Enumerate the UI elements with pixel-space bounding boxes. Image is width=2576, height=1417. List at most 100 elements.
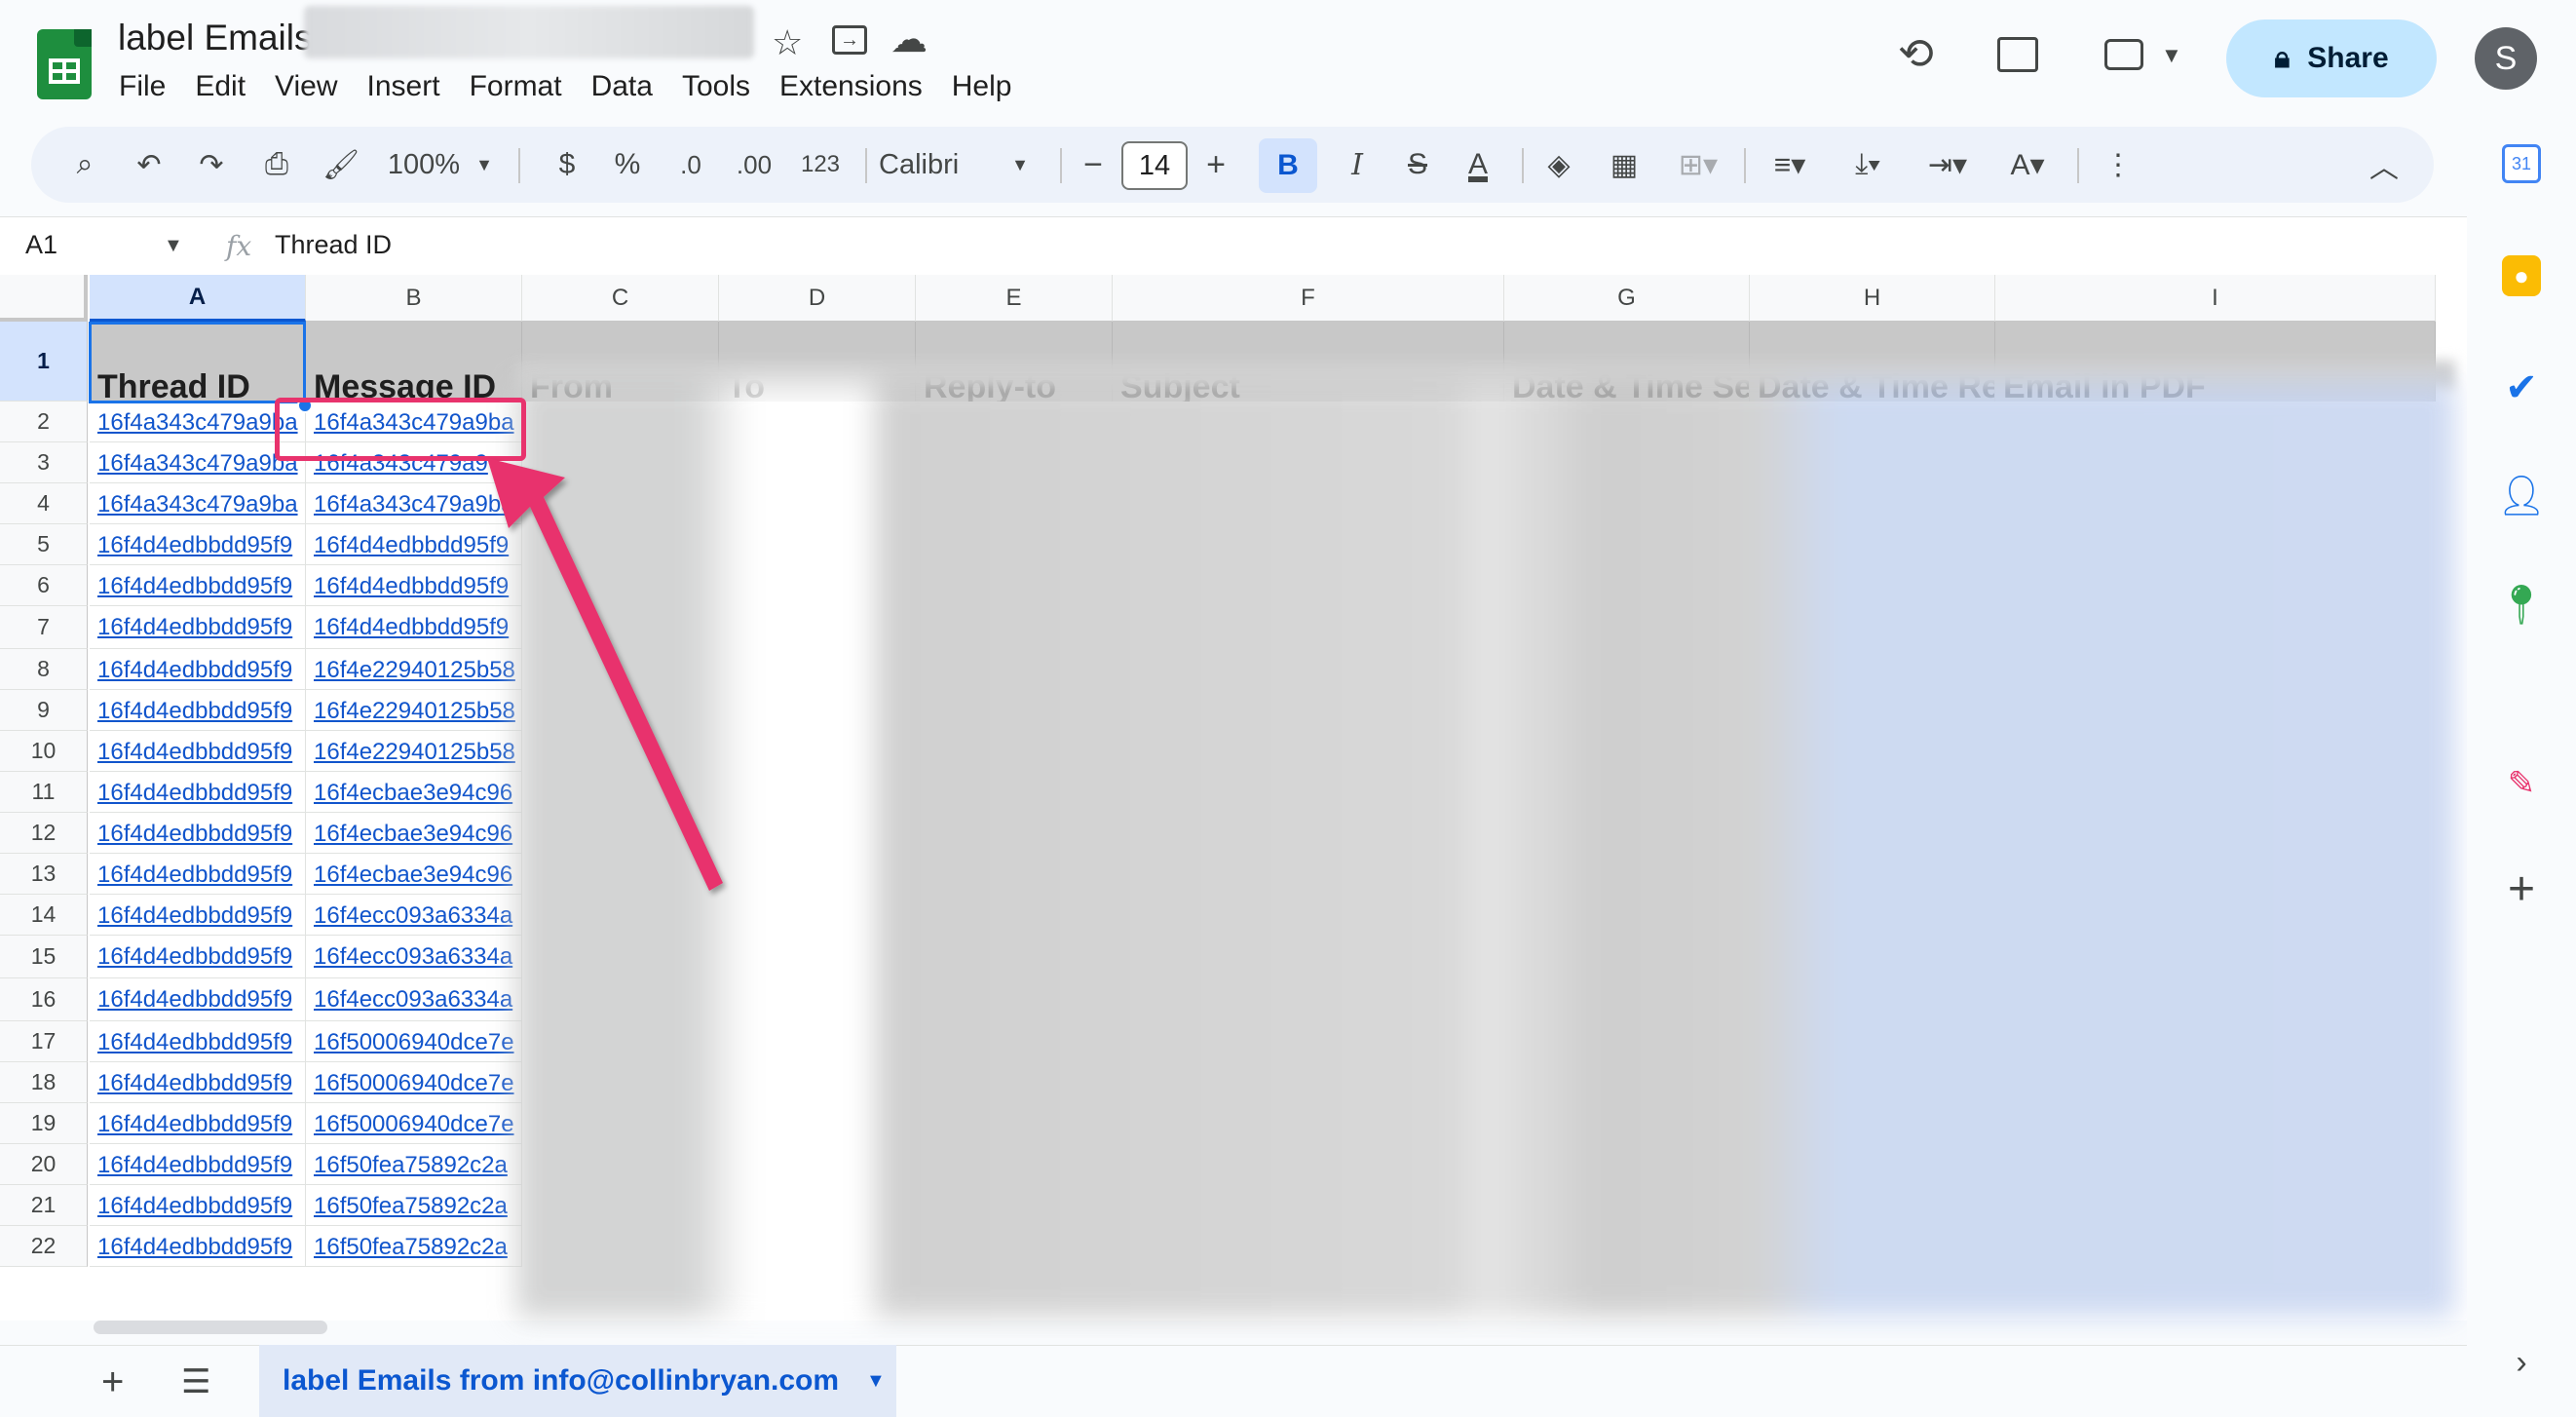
row-header-13[interactable]: 13 (0, 854, 88, 895)
header-cell[interactable]: Message ID (306, 322, 522, 402)
column-header-d[interactable]: D (719, 275, 916, 322)
message-id-cell[interactable]: 16f50006940dce7e (306, 1021, 522, 1062)
message-id-cell[interactable]: 16f50fea75892c2a (306, 1144, 522, 1185)
row-header-20[interactable]: 20 (0, 1144, 88, 1185)
row-header-16[interactable]: 16 (0, 978, 88, 1021)
menu-help[interactable]: Help (952, 70, 1028, 103)
thread-id-cell[interactable]: 16f4d4edbbdd95f9 (90, 813, 306, 854)
row-header-22[interactable]: 22 (0, 1226, 88, 1267)
meet-dropdown-icon[interactable]: ▼ (2161, 45, 2182, 66)
row-header-5[interactable]: 5 (0, 524, 88, 565)
cell-link[interactable]: 16f50006940dce7e (314, 1111, 514, 1137)
message-id-cell[interactable]: 16f50006940dce7e (306, 1062, 522, 1103)
add-sheet-button[interactable]: + (101, 1360, 124, 1404)
row-header-19[interactable]: 19 (0, 1103, 88, 1144)
column-header-f[interactable]: F (1113, 275, 1504, 322)
cell-link[interactable]: 16f4ecc093a6334a (314, 902, 512, 929)
redo-icon[interactable]: ↷ (187, 127, 236, 203)
row-header-18[interactable]: 18 (0, 1062, 88, 1103)
formula-input[interactable]: Thread ID (275, 230, 392, 260)
borders-icon[interactable]: ▦ (1600, 127, 1648, 203)
keep-icon[interactable]: ● (2502, 255, 2541, 296)
name-box[interactable]: A1 (25, 230, 57, 260)
zoom-select[interactable]: 100% (380, 127, 468, 203)
thread-id-cell[interactable]: 16f4d4edbbdd95f9 (90, 895, 306, 936)
thread-id-cell[interactable]: 16f4d4edbbdd95f9 (90, 854, 306, 895)
bold-button[interactable]: B (1259, 138, 1317, 193)
decrease-font-size-button[interactable]: − (1074, 127, 1113, 203)
cell-link[interactable]: 16f50fea75892c2a (314, 1193, 508, 1219)
cell-link[interactable]: 16f4d4edbbdd95f9 (97, 1234, 292, 1260)
menu-insert[interactable]: Insert (367, 70, 456, 103)
thread-id-cell[interactable]: 16f4a343c479a9ba (90, 402, 306, 442)
thread-id-cell[interactable]: 16f4d4edbbdd95f9 (90, 606, 306, 649)
cell-link[interactable]: 16f4d4edbbdd95f9 (97, 573, 292, 599)
message-id-cell[interactable]: 16f4ecc093a6334a (306, 978, 522, 1021)
menu-edit[interactable]: Edit (195, 70, 261, 103)
cell-link[interactable]: 16f4d4edbbdd95f9 (97, 614, 292, 640)
row-header-6[interactable]: 6 (0, 565, 88, 606)
strikethrough-button[interactable]: S (1393, 127, 1442, 203)
message-id-cell[interactable]: 16f50fea75892c2a (306, 1226, 522, 1267)
cell-link[interactable]: 16f4ecc093a6334a (314, 986, 512, 1013)
row-header-3[interactable]: 3 (0, 442, 88, 483)
font-select[interactable]: Calibri (879, 127, 996, 203)
thread-id-cell[interactable]: 16f4d4edbbdd95f9 (90, 524, 306, 565)
vertical-align-icon[interactable]: ⤓▾ (1834, 127, 1902, 203)
cell-link[interactable]: 16f50006940dce7e (314, 1029, 514, 1055)
cell-link[interactable]: 16f4d4edbbdd95f9 (97, 986, 292, 1013)
select-all-corner[interactable] (0, 275, 88, 322)
increase-font-size-button[interactable]: + (1196, 127, 1235, 203)
cell-link[interactable]: 16f4a343c479a9ba (97, 450, 298, 477)
currency-format-button[interactable]: $ (548, 127, 587, 203)
number-format-button[interactable]: 123 (791, 127, 850, 203)
move-to-folder-icon[interactable]: → (832, 25, 867, 55)
cell-link[interactable]: 16f50fea75892c2a (314, 1152, 508, 1178)
thread-id-cell[interactable]: 16f4d4edbbdd95f9 (90, 936, 306, 978)
column-header-a[interactable]: A (90, 275, 306, 322)
menu-tools[interactable]: Tools (682, 70, 766, 103)
cell-link[interactable]: 16f4ecc093a6334a (314, 943, 512, 970)
cloud-status-icon[interactable]: ☁ (890, 21, 928, 58)
undo-icon[interactable]: ↶ (125, 127, 173, 203)
calendar-icon[interactable]: 31 (2502, 144, 2541, 183)
row-header-11[interactable]: 11 (0, 772, 88, 813)
meet-icon[interactable] (2104, 39, 2143, 70)
menu-data[interactable]: Data (591, 70, 668, 103)
cell-link[interactable]: 16f4d4edbbdd95f9 (97, 532, 292, 558)
contacts-icon[interactable]: 👤︎ (2496, 470, 2547, 520)
row-header-10[interactable]: 10 (0, 731, 88, 772)
add-icon[interactable]: + (2496, 863, 2547, 915)
sheet-tab[interactable]: label Emails from info@collinbryan.com ▼ (259, 1345, 896, 1417)
thread-id-cell[interactable]: 16f4d4edbbdd95f9 (90, 731, 306, 772)
row-header-12[interactable]: 12 (0, 813, 88, 854)
row-header-8[interactable]: 8 (0, 649, 88, 690)
row-header-14[interactable]: 14 (0, 895, 88, 936)
cell-link[interactable]: 16f4d4edbbdd95f9 (97, 943, 292, 970)
menu-format[interactable]: Format (470, 70, 578, 103)
column-header-e[interactable]: E (916, 275, 1113, 322)
thread-id-cell[interactable]: 16f4d4edbbdd95f9 (90, 978, 306, 1021)
name-box-dropdown-icon[interactable]: ▼ (164, 235, 183, 257)
cell-link[interactable]: 16f4d4edbbdd95f9 (97, 698, 292, 724)
column-header-b[interactable]: B (306, 275, 522, 322)
tasks-icon[interactable]: ✔ (2496, 363, 2547, 413)
expand-panel-icon[interactable]: › (2496, 1337, 2547, 1388)
horizontal-scrollbar[interactable] (94, 1321, 327, 1334)
print-icon[interactable]: ⎙ (249, 127, 304, 203)
message-id-cell[interactable]: 16f50006940dce7e (306, 1103, 522, 1144)
row-header-21[interactable]: 21 (0, 1185, 88, 1226)
menu-view[interactable]: View (275, 70, 353, 103)
cell-link[interactable]: 16f4d4edbbdd95f9 (97, 657, 292, 683)
search-menus-icon[interactable]: ⌕ (60, 127, 109, 203)
horizontal-align-icon[interactable]: ≡▾ (1756, 127, 1824, 203)
column-header-i[interactable]: I (1995, 275, 2436, 322)
row-header-4[interactable]: 4 (0, 483, 88, 524)
increase-decimal-button[interactable]: .00 (725, 127, 783, 203)
cell-link[interactable]: 16f4d4edbbdd95f9 (97, 1152, 292, 1178)
zoom-dropdown-icon[interactable]: ▼ (470, 127, 499, 203)
cell-link[interactable]: 16f4d4edbbdd95f9 (97, 1070, 292, 1096)
decrease-decimal-button[interactable]: .0 (666, 127, 715, 203)
comments-icon[interactable] (1997, 37, 2038, 72)
thread-id-cell[interactable]: 16f4d4edbbdd95f9 (90, 1185, 306, 1226)
